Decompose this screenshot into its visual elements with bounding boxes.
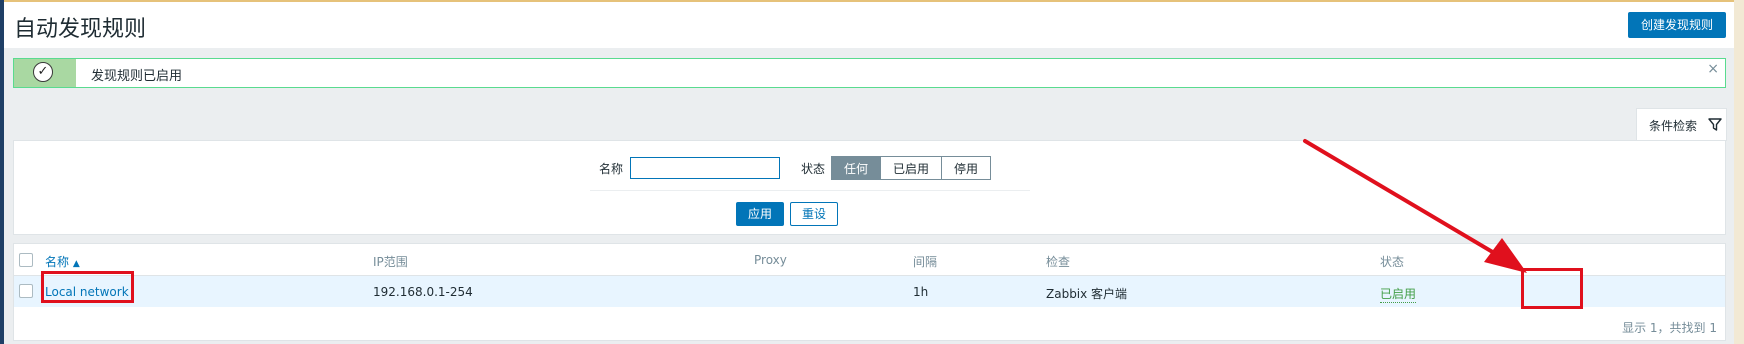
right-edge xyxy=(1734,0,1744,344)
apply-button[interactable]: 应用 xyxy=(736,202,785,226)
column-header-interval: 间隔 xyxy=(913,255,938,269)
filter-tab-label: 条件检索 xyxy=(1649,119,1698,133)
check-circle-icon: ✓ xyxy=(33,62,53,82)
column-header-ip-range: IP范围 xyxy=(373,255,408,269)
close-icon[interactable]: × xyxy=(1707,61,1719,77)
row-checkbox[interactable] xyxy=(19,284,33,298)
ip-range-cell: 192.168.0.1-254 xyxy=(373,285,473,299)
status-segmented-control: 任何 已启用 停用 xyxy=(831,156,992,180)
status-option-enabled[interactable]: 已启用 xyxy=(880,156,943,180)
table-row: Local network 192.168.0.1-254 1h Zabbix … xyxy=(14,276,1725,307)
page-header: 自动发现规则 创建发现规则 xyxy=(4,2,1734,48)
filter-status-label: 状态 xyxy=(801,162,826,176)
success-icon-box: ✓ xyxy=(14,59,76,87)
reset-button[interactable]: 重设 xyxy=(790,202,839,226)
discovery-rules-table: 名称 ▲ IP范围 Proxy 间隔 检查 状态 Local network 1… xyxy=(13,243,1726,341)
highlight-box-name xyxy=(41,271,134,303)
message-text: 发现规则已启用 xyxy=(91,69,183,84)
highlight-box-status xyxy=(1521,268,1583,309)
column-header-name[interactable]: 名称 ▲ xyxy=(45,253,80,270)
filter-name-label: 名称 xyxy=(599,162,624,176)
filter-panel: 名称 状态 任何 已启用 停用 应用 重设 xyxy=(13,140,1726,235)
column-header-status: 状态 xyxy=(1380,255,1405,269)
create-discovery-rule-button[interactable]: 创建发现规则 xyxy=(1627,12,1726,38)
filter-tab[interactable]: 条件检索 xyxy=(1636,108,1727,141)
sort-asc-icon: ▲ xyxy=(72,259,80,269)
left-sidebar-edge xyxy=(0,0,4,344)
status-toggle-link[interactable]: 已启用 xyxy=(1380,285,1417,303)
select-all-checkbox[interactable] xyxy=(19,253,33,267)
checks-cell: Zabbix 客户端 xyxy=(1046,287,1128,301)
funnel-icon xyxy=(1708,118,1722,131)
column-header-proxy: Proxy xyxy=(754,253,787,267)
page-title: 自动发现规则 xyxy=(14,17,147,42)
table-footer-count: 显示 1，共找到 1 xyxy=(1622,321,1717,335)
success-message: ✓ 发现规则已启用 × xyxy=(13,58,1726,88)
filter-name-input[interactable] xyxy=(630,157,780,179)
filter-divider xyxy=(590,190,1030,191)
status-option-any[interactable]: 任何 xyxy=(831,156,882,180)
column-header-name-label: 名称 xyxy=(45,255,70,269)
status-option-disabled[interactable]: 停用 xyxy=(941,156,992,180)
interval-cell: 1h xyxy=(913,285,929,299)
column-header-checks: 检查 xyxy=(1046,255,1071,269)
